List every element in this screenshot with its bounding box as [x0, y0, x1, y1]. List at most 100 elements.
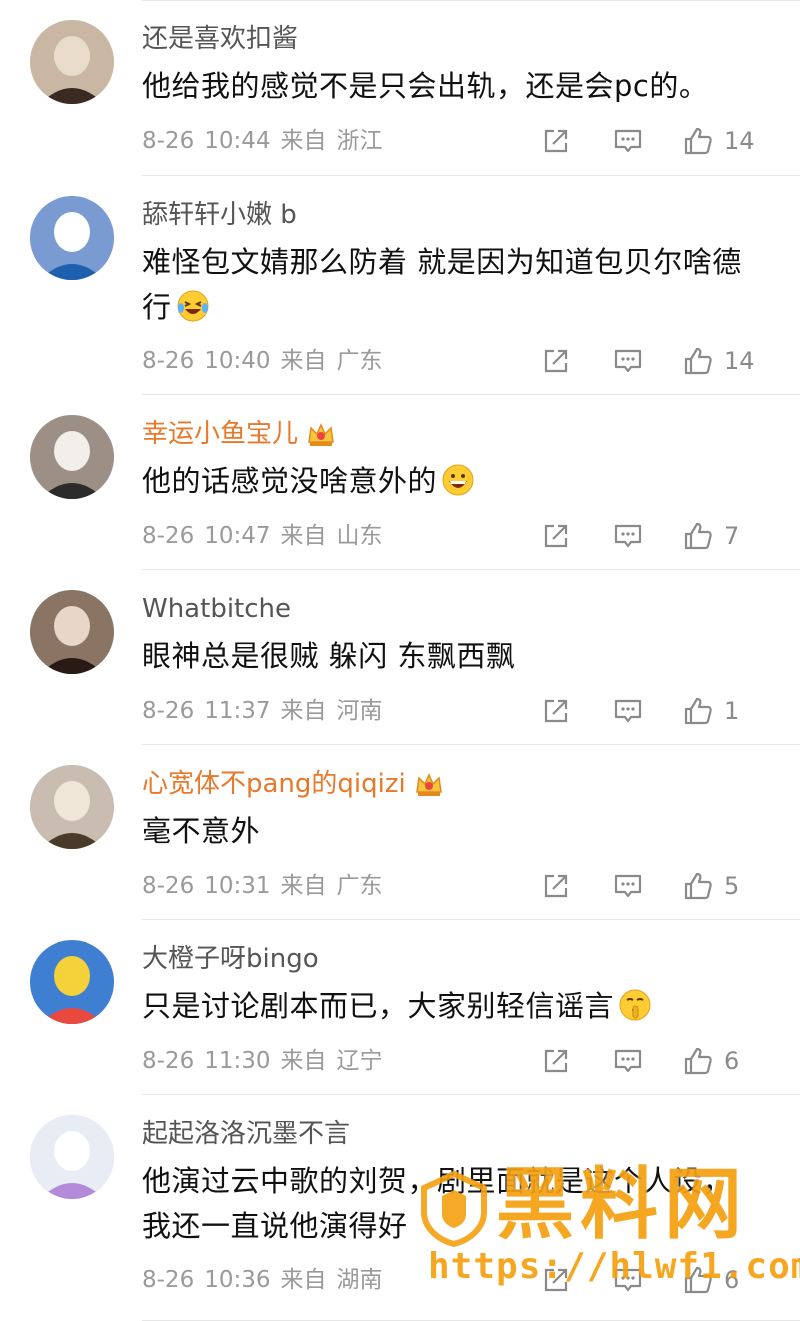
avatar[interactable]: [30, 765, 114, 849]
grinning-emoji-icon: [442, 464, 474, 496]
comment-button[interactable]: [612, 121, 644, 161]
meta-region: 湖南: [336, 1267, 383, 1293]
thumbs-up-icon: [684, 697, 712, 725]
username[interactable]: 还是喜欢扣酱: [142, 22, 298, 56]
username[interactable]: 起起洛洛沉墨不言: [142, 1117, 350, 1151]
comment-item[interactable]: 心宽体不pang的qiqizi 毫不意外 8-26 10:31 来自 广东 5: [0, 745, 800, 920]
comment-text-content: 难怪包文婧那么防着 就是因为知道包贝尔啥德行: [142, 245, 742, 324]
comment-button[interactable]: [612, 516, 644, 556]
meta-region: 辽宁: [336, 1048, 383, 1074]
username[interactable]: 舔轩轩小嫩 b: [142, 198, 297, 232]
repost-icon: [544, 349, 568, 373]
username-text[interactable]: 心宽体不pang的qiqizi: [142, 767, 406, 801]
meta-time: 10:44: [204, 128, 271, 154]
comment-meta: 8-26 10:47 来自 山东: [142, 521, 393, 551]
like-button[interactable]: 6: [682, 1260, 739, 1300]
comment-list: 还是喜欢扣酱 他给我的感觉不是只会出轨，还是会pc的。 8-26 10:44 来自 浙江 1…: [0, 0, 800, 1321]
meta-time: 10:36: [204, 1267, 271, 1293]
thumbs-up-icon: [684, 1266, 712, 1294]
avatar[interactable]: [30, 590, 114, 674]
comment-item[interactable]: Whatbitche 眼神总是很贼 躲闪 东飘西飘 8-26 11:37 来自 河南 1: [0, 570, 800, 745]
repost-icon: [544, 874, 568, 898]
like-button[interactable]: 1: [682, 691, 739, 731]
thumbs-up-icon: [684, 522, 712, 550]
comment-icon: [614, 129, 642, 153]
comment-item[interactable]: 舔轩轩小嫩 b 难怪包文婧那么防着 就是因为知道包贝尔啥德行 8-26 10:40 来自…: [0, 176, 800, 395]
comment-button[interactable]: [612, 1041, 644, 1081]
comment-actions: 6: [540, 1260, 800, 1300]
comment-icon: [614, 874, 642, 898]
comment-item[interactable]: 幸运小鱼宝儿他的话感觉没啥意外的 8-26 10:47 来自 山东 7: [0, 395, 800, 570]
repost-button[interactable]: [540, 516, 572, 556]
comment-text-content: 他的话感觉没啥意外的: [142, 464, 438, 498]
comment-actions: 5: [540, 866, 800, 906]
comment-meta: 8-26 10:44 来自 浙江: [142, 126, 393, 156]
username-text[interactable]: 还是喜欢扣酱: [142, 22, 298, 56]
repost-button[interactable]: [540, 1041, 572, 1081]
comment-meta: 8-26 10:40 来自 广东: [142, 346, 393, 376]
thumbs-up-icon: [684, 127, 712, 155]
repost-button[interactable]: [540, 121, 572, 161]
comment-text: 他演过云中歌的刘贺，剧里面就是这个人设，我还一直说他演得好: [142, 1159, 756, 1249]
username[interactable]: 心宽体不pang的qiqizi: [142, 767, 444, 801]
meta-source-prefix: 来自: [280, 1267, 327, 1293]
comment-button[interactable]: [612, 341, 644, 381]
repost-button[interactable]: [540, 1260, 572, 1300]
comment-meta: 8-26 11:30 来自 辽宁: [142, 1046, 393, 1076]
comment-icon: [614, 524, 642, 548]
meta-region: 浙江: [336, 128, 383, 154]
avatar[interactable]: [30, 196, 114, 280]
repost-button[interactable]: [540, 691, 572, 731]
comment-button[interactable]: [612, 866, 644, 906]
username[interactable]: 大橙子呀bingo: [142, 942, 319, 976]
like-button[interactable]: 14: [682, 341, 755, 381]
comment-actions: 14: [540, 121, 800, 161]
comment-text-content: 他演过云中歌的刘贺，剧里面就是这个人设，我还一直说他演得好: [142, 1164, 733, 1243]
like-button[interactable]: 6: [682, 1041, 739, 1081]
comment-actions: 7: [540, 516, 800, 556]
thumbs-up-icon: [684, 347, 712, 375]
avatar[interactable]: [30, 415, 114, 499]
comment-button[interactable]: [612, 691, 644, 731]
meta-date: 8-26: [142, 523, 195, 549]
comment-text-content: 毫不意外: [142, 814, 261, 848]
like-button[interactable]: 5: [682, 866, 739, 906]
meta-source-prefix: 来自: [280, 523, 327, 549]
comment-text: 他的话感觉没啥意外的: [142, 459, 756, 504]
avatar[interactable]: [30, 940, 114, 1024]
username-text[interactable]: 起起洛洛沉墨不言: [142, 1117, 350, 1151]
username-text[interactable]: 舔轩轩小嫩 b: [142, 198, 297, 232]
meta-source-prefix: 来自: [280, 128, 327, 154]
username-text[interactable]: Whatbitche: [142, 592, 291, 626]
comment-actions: 6: [540, 1041, 800, 1081]
avatar[interactable]: [30, 1115, 114, 1199]
comment-button[interactable]: [612, 1260, 644, 1300]
comment-item[interactable]: 起起洛洛沉墨不言 他演过云中歌的刘贺，剧里面就是这个人设，我还一直说他演得好 8-2…: [0, 1095, 800, 1321]
like-count: 14: [724, 347, 755, 375]
laughing-tears-emoji-icon: [177, 290, 209, 322]
meta-time: 10:40: [204, 348, 271, 374]
username-text[interactable]: 大橙子呀bingo: [142, 942, 319, 976]
like-count: 6: [724, 1047, 740, 1075]
shushing-emoji-icon: [619, 989, 651, 1021]
meta-source-prefix: 来自: [280, 873, 327, 899]
comment-item[interactable]: 还是喜欢扣酱 他给我的感觉不是只会出轨，还是会pc的。 8-26 10:44 来自 浙江 1…: [0, 0, 800, 176]
comment-text: 毫不意外: [142, 809, 756, 854]
username[interactable]: Whatbitche: [142, 592, 291, 626]
repost-button[interactable]: [540, 866, 572, 906]
comment-text: 眼神总是很贼 躲闪 东飘西飘: [142, 634, 756, 679]
comment-actions: 14: [540, 341, 800, 381]
meta-time: 10:31: [204, 873, 271, 899]
username[interactable]: 幸运小鱼宝儿: [142, 417, 336, 451]
meta-region: 山东: [336, 523, 383, 549]
username-text[interactable]: 幸运小鱼宝儿: [142, 417, 298, 451]
like-button[interactable]: 14: [682, 121, 755, 161]
comment-item[interactable]: 大橙子呀bingo 只是讨论剧本而已，大家别轻信谣言 8-26 11:30 来自 辽宁 6: [0, 920, 800, 1095]
meta-region: 广东: [336, 873, 383, 899]
repost-button[interactable]: [540, 341, 572, 381]
meta-time: 11:30: [204, 1048, 271, 1074]
meta-date: 8-26: [142, 1048, 195, 1074]
like-button[interactable]: 7: [682, 516, 739, 556]
avatar[interactable]: [30, 20, 114, 104]
comment-icon: [614, 349, 642, 373]
